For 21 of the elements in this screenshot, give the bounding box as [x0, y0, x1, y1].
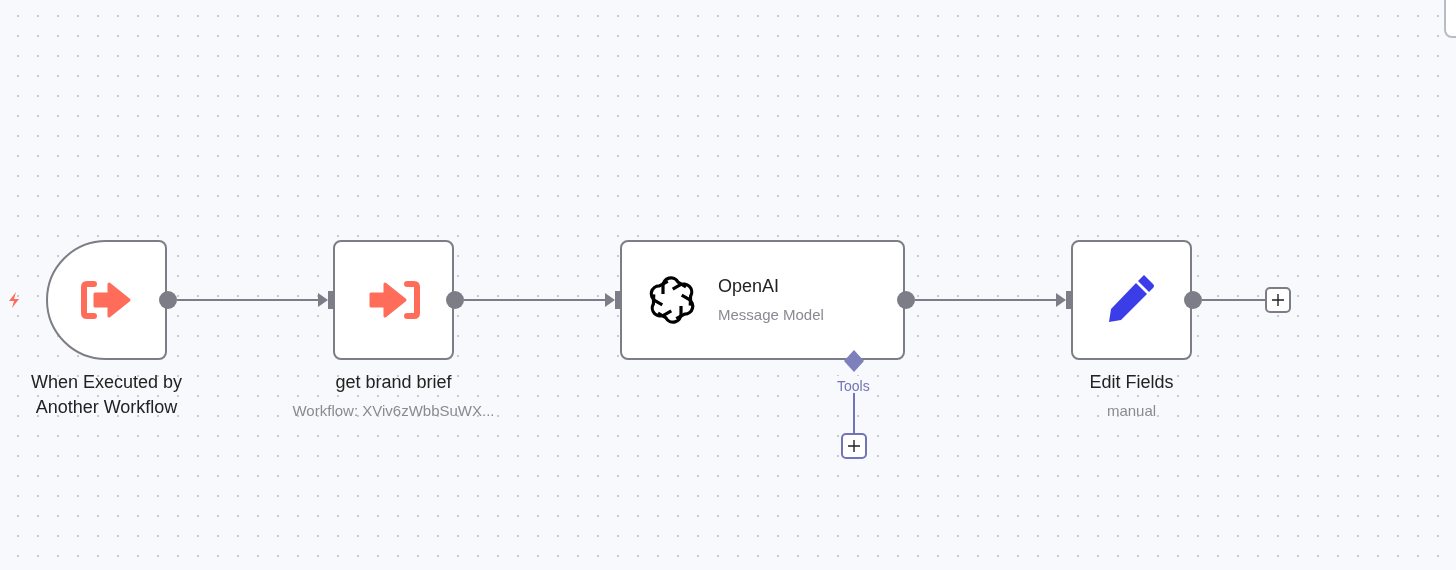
plus-icon — [848, 440, 860, 452]
bracket-arrow-icon — [80, 280, 133, 320]
workflow-node[interactable] — [333, 240, 454, 360]
port-label: Tools — [835, 376, 872, 397]
add-tool-button[interactable] — [841, 433, 867, 459]
connection-line — [853, 392, 855, 435]
add-node-button[interactable] — [1265, 287, 1291, 313]
node-title: get brand brief — [334, 371, 453, 394]
node-title: OpenAI — [718, 275, 781, 299]
plus-icon — [1272, 294, 1284, 306]
connection-line — [1201, 299, 1266, 301]
trigger-node[interactable] — [46, 240, 167, 360]
arrow-bracket-icon — [367, 280, 420, 320]
node-subtitle: manual — [1105, 401, 1158, 421]
node-title: When Executed by Another Workflow — [29, 371, 184, 419]
lightning-icon — [7, 291, 21, 309]
node-subtitle: Message Model — [718, 305, 824, 326]
workflow-node[interactable] — [1071, 240, 1192, 360]
node-subtitle: Workflow: XViv6zWbbSuWX... — [291, 401, 496, 421]
node-title: Edit Fields — [1088, 371, 1175, 394]
workflow-node[interactable]: OpenAI Message Model — [620, 240, 905, 360]
